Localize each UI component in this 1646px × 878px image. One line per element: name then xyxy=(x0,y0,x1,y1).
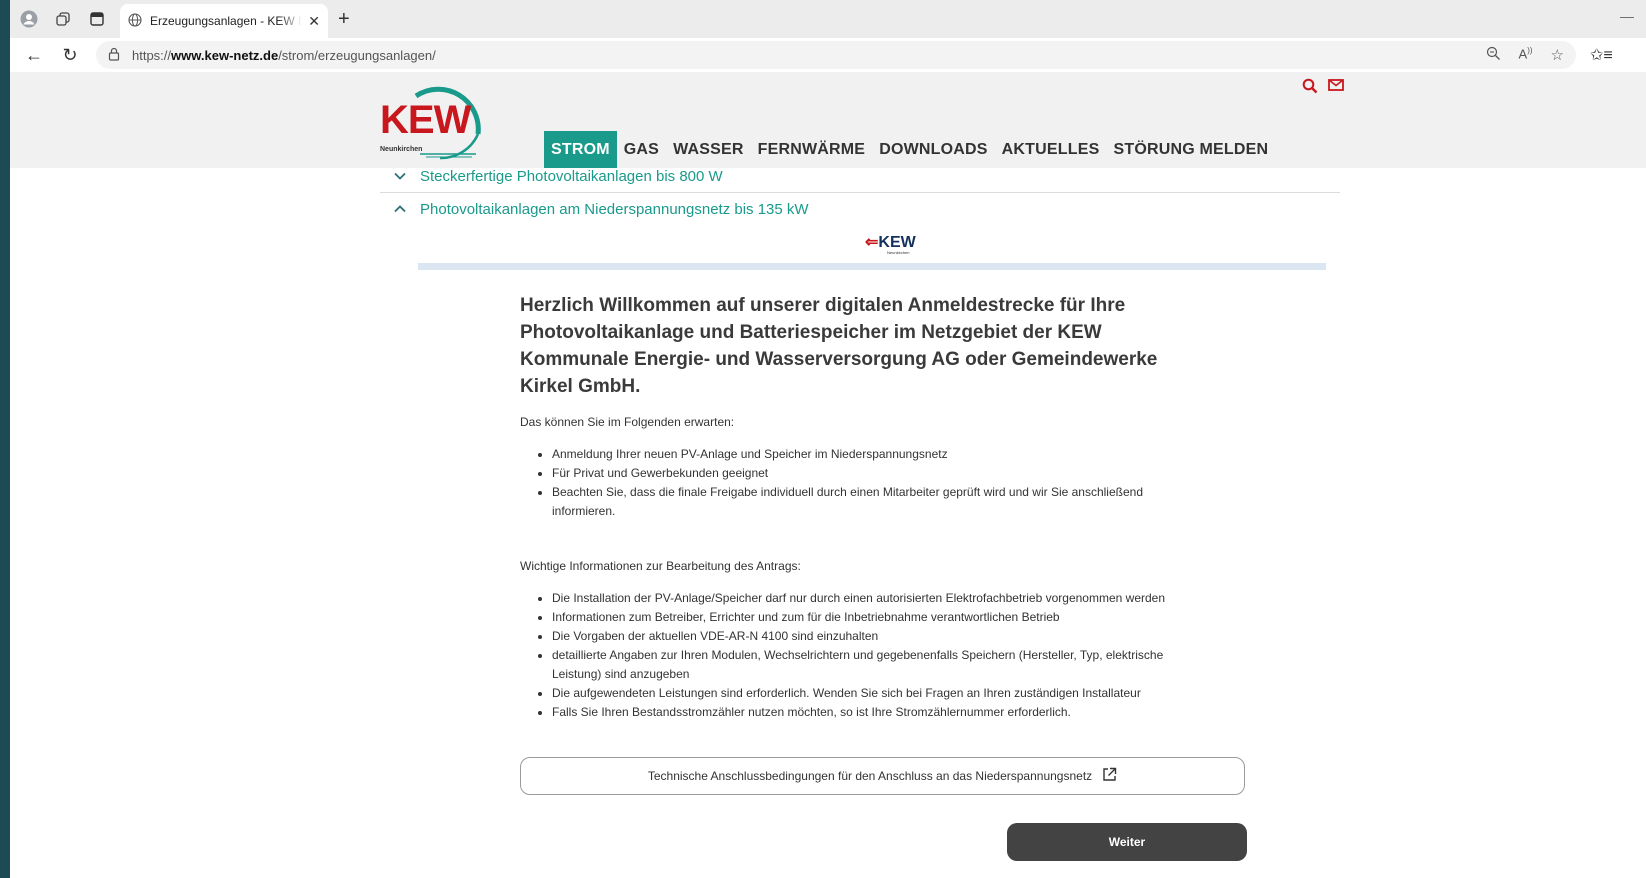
kew-logo[interactable]: KEW Neunkirchen xyxy=(380,82,496,160)
welcome-heading: Herzlich Willkommen auf unserer digitale… xyxy=(520,295,1158,397)
chevron-down-icon xyxy=(392,169,408,183)
mail-icon[interactable] xyxy=(1328,78,1344,99)
arrow-left-icon: ⇐ xyxy=(865,234,879,251)
intro-label: Das können Sie im Folgenden erwarten: xyxy=(520,415,735,429)
intro-list: Anmeldung Ihrer neuen PV-Anlage und Spei… xyxy=(520,445,1200,521)
back-icon[interactable]: ← xyxy=(16,45,52,66)
active-tab[interactable]: Erzeugungsanlagen - KEW Netz N ✕ xyxy=(120,4,328,38)
accordion-item-label: Steckerfertige Photovoltaikanlagen bis 8… xyxy=(420,167,723,185)
profile-icon[interactable] xyxy=(14,4,44,34)
logo-text: KEW xyxy=(380,98,471,142)
list-item: Falls Sie Ihren Bestandsstromzähler nutz… xyxy=(552,703,1200,722)
minimize-icon[interactable]: — xyxy=(1620,8,1634,24)
browser-window: Erzeugungsanlagen - KEW Netz N ✕ + — ← ↻… xyxy=(10,0,1646,878)
logo-subtext: Neunkirchen xyxy=(380,146,423,153)
accordion-item-steckerfertig[interactable]: Steckerfertige Photovoltaikanlagen bis 8… xyxy=(380,160,1340,193)
list-item: Beachten Sie, dass die finale Freigabe i… xyxy=(552,483,1200,521)
list-item: detaillierte Angaben zur Ihren Modulen, … xyxy=(552,646,1200,684)
chevron-up-icon xyxy=(392,202,408,216)
search-icon[interactable] xyxy=(1302,78,1318,99)
url-text: https://www.kew-netz.de/strom/erzeugungs… xyxy=(132,47,436,63)
tab-title: Erzeugungsanlagen - KEW Netz N xyxy=(150,14,302,28)
external-link-icon xyxy=(1102,767,1117,786)
list-item: Die Vorgaben der aktuellen VDE-AR-N 4100… xyxy=(552,627,1200,646)
weiter-button[interactable]: Weiter xyxy=(1007,823,1247,861)
reload-icon[interactable]: ↻ xyxy=(52,45,88,66)
tab-link-label: Technische Anschlussbedingungen für den … xyxy=(647,769,1093,783)
accordion-item-label: Photovoltaikanlagen am Niederspannungsne… xyxy=(420,200,809,218)
site-header: KEW Neunkirchen STROM GAS WASSER FERNWÄR… xyxy=(10,72,1646,168)
browser-toolbar: ← ↻ https://www.kew-netz.de/strom/erzeug… xyxy=(10,38,1646,73)
read-aloud-icon[interactable]: A)) xyxy=(1519,46,1533,65)
form-logo-subtext: Neunkirchen xyxy=(887,250,910,255)
info-list: Die Installation der PV-Anlage/Speicher … xyxy=(520,589,1200,722)
tab-strip: Erzeugungsanlagen - KEW Netz N ✕ + — xyxy=(10,0,1646,38)
tab-download-link[interactable]: Technische Anschlussbedingungen für den … xyxy=(520,757,1245,795)
list-item: Für Privat und Gewerbekunden geeignet xyxy=(552,464,1200,483)
form-intro: Herzlich Willkommen auf unserer digitale… xyxy=(520,292,1200,722)
list-item: Anmeldung Ihrer neuen PV-Anlage und Spei… xyxy=(552,445,1200,464)
collections-icon[interactable] xyxy=(48,4,78,34)
list-item: Die Installation der PV-Anlage/Speicher … xyxy=(552,589,1200,608)
accordion-item-niederspannung[interactable]: Photovoltaikanlagen am Niederspannungsne… xyxy=(380,193,1340,225)
progress-bar xyxy=(418,263,1326,270)
list-item: Die aufgewendeten Leistungen sind erford… xyxy=(552,684,1200,703)
info-label: Wichtige Informationen zur Bearbeitung d… xyxy=(520,559,801,573)
close-icon[interactable]: ✕ xyxy=(308,13,320,30)
address-bar[interactable]: https://www.kew-netz.de/strom/erzeugungs… xyxy=(96,41,1576,69)
list-item: Informationen zum Betreiber, Errichter u… xyxy=(552,608,1200,627)
zoom-icon[interactable] xyxy=(1486,46,1501,65)
favorites-bar-icon[interactable]: ✩≡ xyxy=(1590,45,1613,65)
new-tab-icon[interactable]: + xyxy=(338,8,350,31)
form-logo: ⇐KEW xyxy=(865,234,916,251)
sidebar-icon[interactable] xyxy=(82,4,112,34)
accordion: Steckerfertige Photovoltaikanlagen bis 8… xyxy=(380,162,1340,225)
globe-icon xyxy=(128,12,142,30)
lock-icon[interactable] xyxy=(108,47,120,64)
favorite-icon[interactable]: ☆ xyxy=(1551,46,1564,65)
